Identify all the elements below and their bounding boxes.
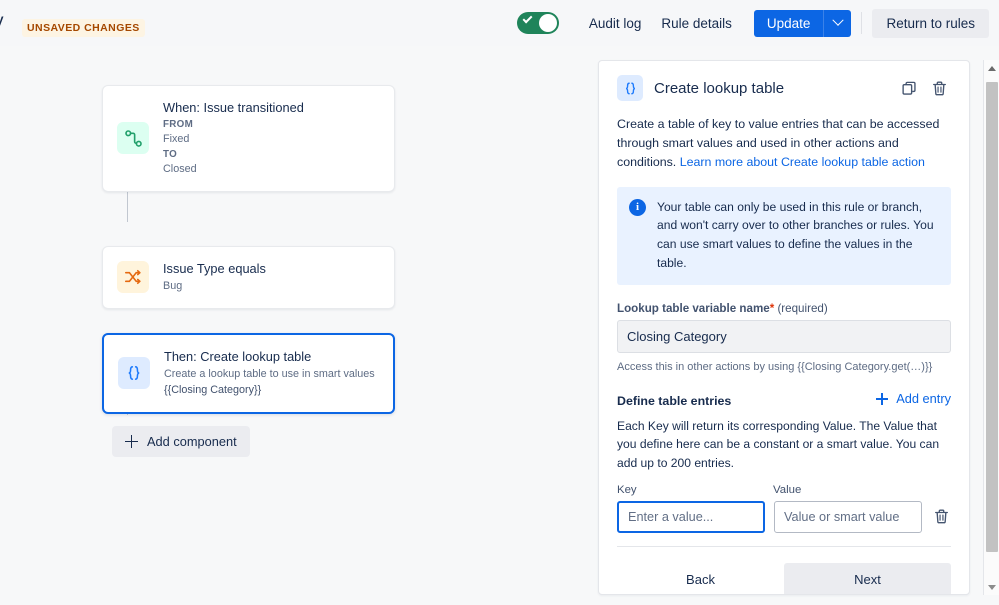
check-icon [522,14,532,24]
panel-content: Create lookup table Create a table of ke… [599,61,969,595]
value-column-header: Value [773,484,801,496]
learn-more-link[interactable]: Learn more about Create lookup table act… [680,155,925,169]
flow-node-line: TO [163,148,380,162]
required-note: (required) [774,302,827,315]
flow-node-line: Bug [163,279,380,295]
return-to-rules-button[interactable]: Return to rules [872,9,989,38]
panel-header: Create lookup table [617,75,951,101]
variable-name-label-text: Lookup table variable name [617,302,770,315]
toolbar-actions: Audit log Rule details Update Return to … [517,0,989,46]
update-dropdown-button[interactable] [823,10,851,37]
panel-footer-buttons: Back Next [617,563,951,595]
toggle-knob [539,14,557,32]
braces-icon [617,75,643,101]
entries-section-title: Define table entries [617,394,731,408]
top-toolbar: y UNSAVED CHANGES Audit log Rule details… [0,0,999,46]
flow-node-body: Issue Type equals Bug [163,260,380,295]
flow-node-title: Then: Create lookup table [164,348,379,365]
panel-scrollbar[interactable] [983,60,999,595]
panel-title: Create lookup table [654,80,891,97]
key-input[interactable] [617,501,765,533]
variable-name-label: Lookup table variable name* (required) [617,302,951,315]
toolbar-divider [861,12,862,34]
flow-node-line: Fixed [163,132,380,148]
entries-description: Each Key will return its corresponding V… [617,417,951,473]
back-button[interactable]: Back [617,563,784,595]
triangle-down-icon [988,585,996,590]
flow-node-line: FROM [163,118,380,132]
kv-column-headers: Key Value [617,484,951,496]
flow-node-action-create-lookup-table[interactable]: Then: Create lookup table Create a looku… [102,333,395,414]
flow-node-title: Issue Type equals [163,260,380,277]
plus-icon [876,393,888,405]
audit-log-button[interactable]: Audit log [579,10,652,37]
rule-name-truncated: y [0,11,4,33]
variable-name-input[interactable] [617,320,951,353]
add-entry-label: Add entry [896,391,951,406]
triangle-up-icon [988,66,996,71]
divider [617,546,951,547]
delete-row-trash-icon[interactable] [931,504,951,530]
info-banner-text: Your table can only be used in this rule… [657,198,939,273]
add-component-button[interactable]: Add component [112,426,250,457]
rule-details-button[interactable]: Rule details [651,10,742,37]
value-input[interactable] [774,501,922,533]
scrollbar-thumb[interactable] [986,82,998,552]
update-button[interactable]: Update [754,10,824,37]
shuffle-icon [117,261,149,293]
transition-icon [117,122,149,154]
next-button[interactable]: Next [784,563,951,595]
table-row [617,501,951,533]
flow-node-body: When: Issue transitioned FROM Fixed TO C… [163,99,380,178]
flow-node-body: Then: Create lookup table Create a looku… [164,348,379,399]
braces-icon [118,357,150,389]
flow-node-line: {{Closing Category}} [164,383,379,399]
panel-description: Create a table of key to value entries t… [617,115,951,173]
scroll-up-arrow-icon[interactable] [984,60,999,76]
flow-node-title: When: Issue transitioned [163,99,380,116]
trash-icon[interactable] [927,76,951,100]
entries-section-header: Define table entries Add entry [617,391,951,408]
flow-node-line: Create a lookup table to use in smart va… [164,367,379,383]
action-config-panel: Create lookup table Create a table of ke… [598,60,970,595]
variable-name-help: Access this in other actions by using {{… [617,359,951,376]
info-banner: i Your table can only be used in this ru… [617,187,951,285]
plus-icon [125,435,138,448]
add-entry-button[interactable]: Add entry [876,391,951,406]
scroll-down-arrow-icon[interactable] [984,579,999,595]
flow-node-condition[interactable]: Issue Type equals Bug [102,246,395,309]
copy-icon[interactable] [897,76,921,100]
info-icon: i [629,199,646,216]
key-column-header: Key [617,484,773,496]
flow-node-line: Closed [163,162,380,178]
unsaved-changes-badge: UNSAVED CHANGES [22,19,145,37]
add-component-label: Add component [147,434,237,449]
chevron-down-icon [832,15,843,26]
flow-node-trigger[interactable]: When: Issue transitioned FROM Fixed TO C… [102,85,395,192]
update-button-group: Update [754,10,852,37]
rule-enabled-toggle[interactable] [517,12,559,34]
